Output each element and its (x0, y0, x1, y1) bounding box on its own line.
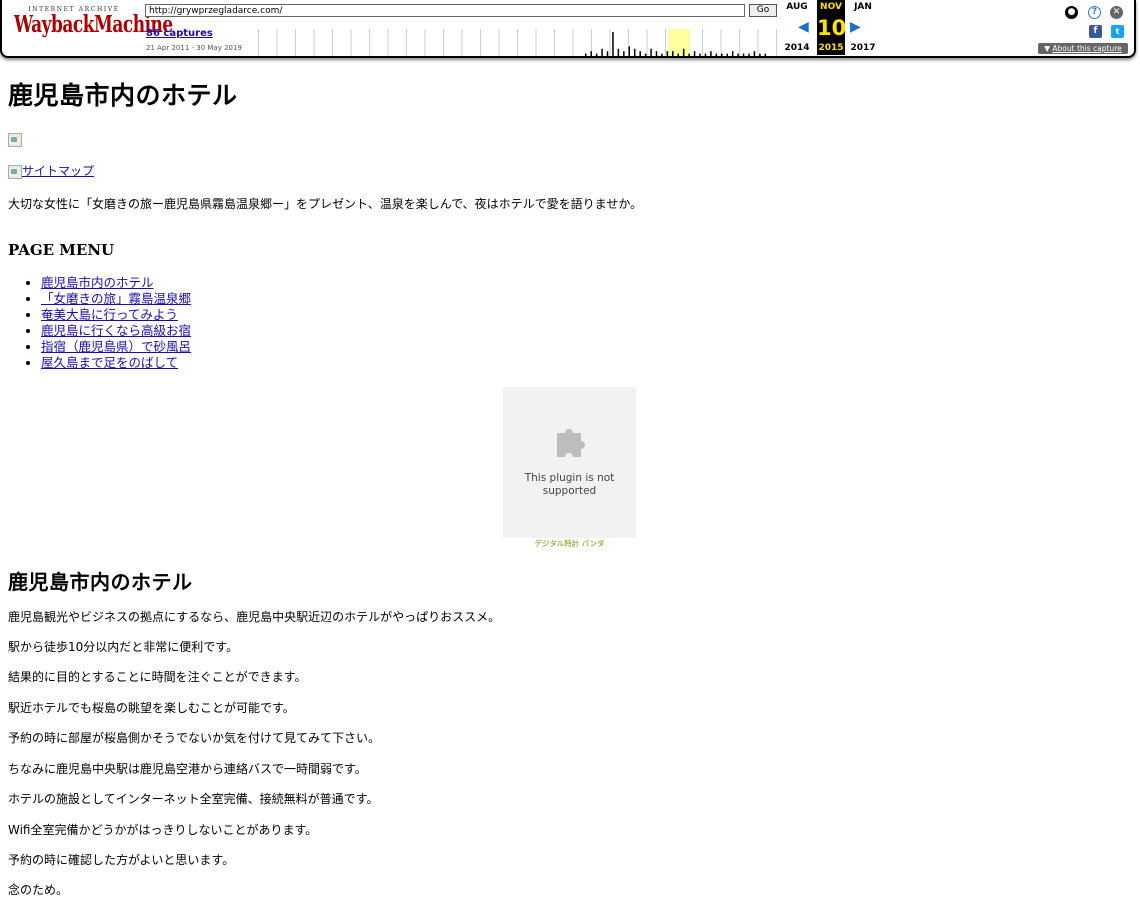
sparkline-capture-bar (650, 48, 652, 56)
sparkline-capture-bar (677, 53, 679, 56)
plugin-caption-link[interactable]: デジタル時計 パンダ (503, 538, 636, 549)
sparkline-capture-bar (633, 48, 636, 56)
sitemap-row: サイトマップ (8, 162, 94, 179)
sparkline-capture-bar (628, 46, 631, 56)
sparkline-capture-bar (748, 53, 750, 56)
sparkline-capture-bar (623, 51, 625, 56)
menu-link-kirishima[interactable]: 「女磨きの旅」霧島温泉郷 (41, 291, 191, 306)
close-icon[interactable]: ✕ (1110, 6, 1123, 19)
wayback-logo[interactable]: INTERNET ARCHIVE WaybackMachine (14, 6, 173, 46)
next-capture-arrow-icon[interactable]: ▶ (850, 20, 861, 34)
wayback-machine-text: WaybackMachine (14, 11, 173, 39)
list-item: 指宿（鹿児島県）で砂風呂 (41, 339, 191, 355)
sparkline-capture-bar (666, 51, 669, 56)
intro-text: 大切な女性に「女磨きの旅ー鹿児島県霧島温泉郷ー」をプレゼント、温泉を楽しんで、夜… (8, 197, 643, 211)
next-year-label[interactable]: 2017 (849, 43, 877, 53)
sparkline-current-year-highlight (668, 29, 690, 56)
sparkline-capture-bar (606, 51, 609, 56)
wayback-go-button[interactable]: Go (749, 4, 777, 17)
body-paragraph: ちなみに鹿児島中央駅は鹿児島空港から連絡バスで一時間弱です。 (8, 762, 367, 776)
prev-month-label[interactable]: AUG (783, 2, 811, 12)
list-item: 「女磨きの旅」霧島温泉郷 (41, 291, 191, 307)
sparkline-capture-bar (759, 53, 761, 56)
puzzle-piece-icon (557, 429, 585, 457)
capture-sparkline[interactable] (240, 29, 780, 56)
menu-link-luxury[interactable]: 鹿児島に行くなら高級お宿 (41, 323, 191, 338)
wayback-toolbar: INTERNET ARCHIVE WaybackMachine Go 86 ca… (0, 0, 1136, 58)
menu-link-yakushima[interactable]: 屋久島まで足をのばして (41, 355, 178, 370)
list-item: 鹿児島市内のホテル (41, 275, 191, 291)
sparkline-capture-bar (737, 53, 739, 56)
menu-link-hotels[interactable]: 鹿児島市内のホテル (41, 275, 154, 290)
body-paragraph: 鹿児島観光やビジネスの拠点にするなら、鹿児島中央駅近辺のホテルがやっぱりおススメ… (8, 610, 501, 624)
sparkline-capture-bar (688, 53, 690, 56)
capture-date-range: 21 Apr 2011 - 30 May 2019 (146, 44, 242, 52)
sparkline-capture-bar (585, 53, 587, 56)
sparkline-capture-bar (590, 51, 592, 56)
body-paragraph: 予約の時に確認した方がよいと思います。 (8, 853, 235, 867)
list-item: 奄美大島に行ってみよう (41, 307, 191, 323)
user-account-icon[interactable]: ● (1065, 6, 1078, 19)
captures-link[interactable]: 86 captures (146, 28, 213, 39)
body-paragraph: ホテルの施設としてインターネット全室完備、接続無料が普通です。 (8, 792, 379, 806)
about-capture-label: About this capture (1052, 44, 1122, 53)
sparkline-capture-bar (672, 51, 674, 56)
sparkline-capture-bar (595, 53, 598, 56)
list-item: 屋久島まで足をのばして (41, 355, 191, 371)
prev-capture-arrow-icon[interactable]: ◀ (798, 20, 809, 34)
sparkline-capture-bar (612, 32, 614, 56)
broken-image-icon (8, 164, 22, 179)
page-menu-list: 鹿児島市内のホテル 「女磨きの旅」霧島温泉郷 奄美大島に行ってみよう 鹿児島に行… (8, 275, 191, 371)
sparkline-capture-bar (693, 51, 696, 56)
body-paragraph: 予約の時に部屋が桜島側かそうでないか気を付けて見てみて下さい。 (8, 731, 381, 745)
list-item: 鹿児島に行くなら高級お宿 (41, 323, 191, 339)
prev-year-label[interactable]: 2014 (783, 43, 811, 53)
twitter-icon[interactable]: t (1111, 25, 1124, 38)
sparkline-capture-bar (726, 53, 728, 56)
sparkline-capture-bar (601, 48, 603, 56)
body-paragraph: 駅から徒歩10分以内だと非常に便利です。 (8, 640, 239, 654)
sparkline-capture-bar (721, 53, 723, 56)
body-paragraph: Wifi全室完備かどうかがはっきりしないことがあります。 (8, 823, 318, 837)
wayback-url-input[interactable] (145, 4, 745, 17)
sparkline-capture-bar (617, 48, 620, 56)
current-year-label: 2015 (817, 42, 845, 55)
broken-image (8, 132, 22, 151)
body-paragraph: 駅近ホテルでも桜島の眺望を楽しむことが可能です。 (8, 701, 295, 715)
page-menu-heading: PAGE MENU (8, 241, 115, 259)
sparkline-capture-bar (764, 53, 767, 56)
sparkline-capture-bar (704, 53, 707, 56)
current-month-label: NOV (817, 0, 845, 15)
sparkline-capture-bar (742, 53, 745, 56)
menu-link-amami[interactable]: 奄美大島に行ってみよう (41, 307, 178, 322)
sparkline-capture-bar (661, 53, 663, 56)
next-month-label[interactable]: JAN (849, 2, 877, 12)
plugin-message: This plugin is not supported (524, 472, 615, 497)
help-icon[interactable]: ? (1088, 6, 1101, 19)
chevron-down-icon: ▼ (1044, 44, 1051, 53)
sparkline-capture-bar (753, 51, 756, 56)
facebook-icon[interactable]: f (1089, 25, 1102, 38)
body-paragraph: 結果的に目的とすることに時間を注ぐことができます。 (8, 670, 307, 684)
sparkline-capture-bar (710, 51, 712, 56)
current-day-label: 10 (817, 15, 847, 42)
sparkline-capture-bar (699, 53, 701, 56)
sparkline-capture-bar (655, 51, 658, 56)
sparkline-capture-bar (644, 53, 647, 56)
section-title: 鹿児島市内のホテル (8, 570, 193, 594)
sparkline-capture-bar (682, 48, 685, 56)
sitemap-link[interactable]: サイトマップ (22, 164, 94, 178)
about-capture-button[interactable]: ▼ About this capture (1038, 43, 1128, 54)
unsupported-plugin-box: This plugin is not supported (503, 387, 636, 538)
menu-link-ibusuki[interactable]: 指宿（鹿児島県）で砂風呂 (41, 339, 191, 354)
sparkline-capture-bar (731, 51, 734, 56)
page-content: 鹿児島市内のホテル サイトマップ 大切な女性に「女磨きの旅ー鹿児島県霧島温泉郷ー… (8, 60, 1128, 897)
body-paragraph: 念のため。 (8, 883, 69, 897)
page-title: 鹿児島市内のホテル (8, 81, 238, 110)
sparkline-capture-bar (715, 53, 718, 56)
sparkline-capture-bar (639, 51, 641, 56)
